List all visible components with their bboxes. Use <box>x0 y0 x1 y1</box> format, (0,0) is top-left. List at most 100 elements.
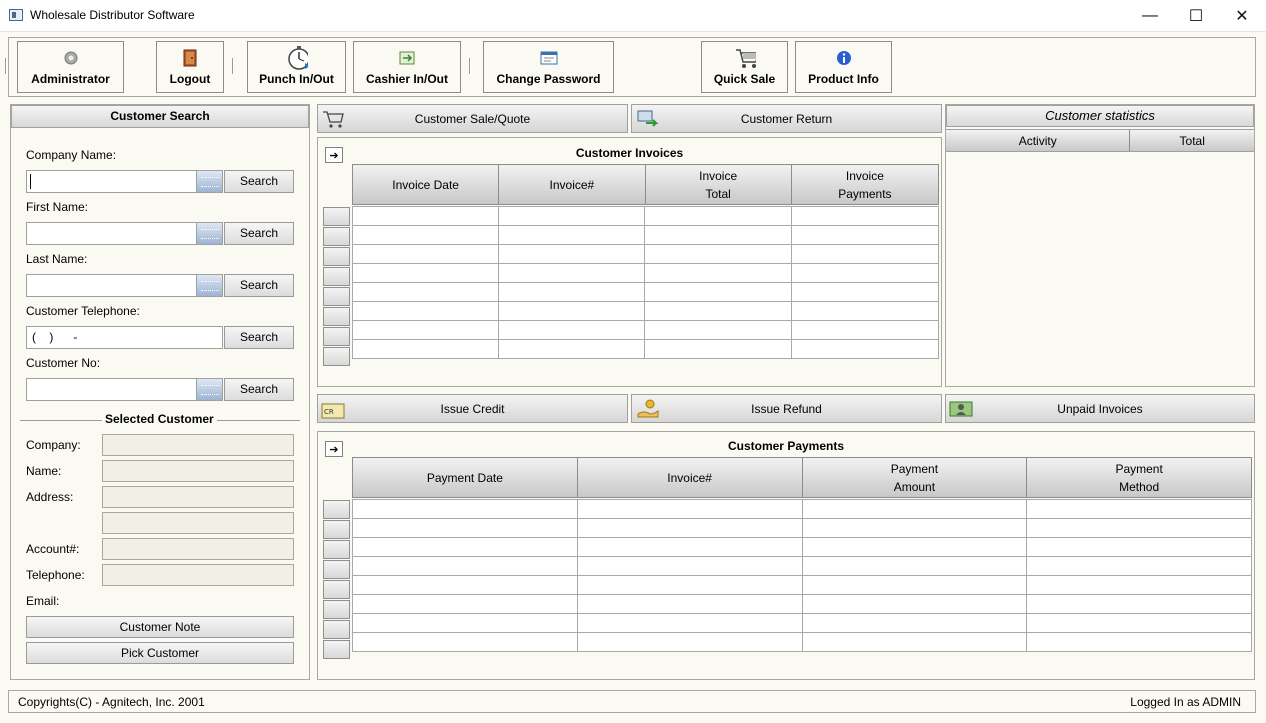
unpaid-invoices-button[interactable]: Unpaid Invoices <box>945 394 1255 423</box>
invoice-total-header[interactable]: Invoice Total <box>645 165 792 204</box>
table-cell[interactable] <box>352 613 578 633</box>
telephone-search-button[interactable]: Search <box>224 326 294 349</box>
activity-header[interactable]: Activity <box>946 130 1131 151</box>
table-cell[interactable] <box>644 263 792 283</box>
table-row[interactable] <box>351 206 940 226</box>
table-cell[interactable] <box>644 339 792 359</box>
table-cell[interactable] <box>351 263 500 283</box>
row-selector-button[interactable] <box>323 540 350 559</box>
row-selector-button[interactable] <box>323 580 350 599</box>
table-cell[interactable] <box>1026 537 1252 557</box>
company-name-input[interactable] <box>26 170 223 193</box>
table-cell[interactable] <box>498 320 646 340</box>
table-row[interactable] <box>352 632 1252 652</box>
close-button[interactable]: ✕ <box>1219 0 1265 31</box>
issue-refund-button[interactable]: Issue Refund <box>631 394 942 423</box>
table-cell[interactable] <box>801 518 1028 538</box>
payment-date-header[interactable]: Payment Date <box>353 458 578 497</box>
table-cell[interactable] <box>1026 556 1252 576</box>
table-cell[interactable] <box>352 499 578 519</box>
table-row[interactable] <box>352 613 1252 633</box>
table-cell[interactable] <box>351 320 500 340</box>
row-selector-button[interactable] <box>323 620 350 639</box>
table-cell[interactable] <box>498 282 646 302</box>
invoice-number-header[interactable]: Invoice# <box>499 165 646 204</box>
table-cell[interactable] <box>790 301 940 321</box>
table-cell[interactable] <box>801 575 1028 595</box>
payment-invoice-number-header[interactable]: Invoice# <box>577 458 803 497</box>
last-name-input[interactable] <box>26 274 223 297</box>
table-cell[interactable] <box>644 282 792 302</box>
table-row[interactable] <box>352 575 1252 595</box>
customer-telephone-input[interactable]: ( ) - <box>26 326 223 349</box>
table-cell[interactable] <box>1026 613 1252 633</box>
table-cell[interactable] <box>790 320 940 340</box>
change-password-button[interactable]: Change Password <box>483 41 614 93</box>
table-cell[interactable] <box>351 244 500 264</box>
table-cell[interactable] <box>576 537 803 557</box>
arrow-right-icon[interactable]: ➔ <box>325 147 343 163</box>
keyboard-icon[interactable] <box>196 379 222 400</box>
table-cell[interactable] <box>351 206 500 226</box>
invoice-date-header[interactable]: Invoice Date <box>353 165 500 204</box>
punch-in-out-button[interactable]: Punch In/Out <box>247 41 346 93</box>
table-cell[interactable] <box>644 206 792 226</box>
row-selector-button[interactable] <box>323 520 350 539</box>
table-cell[interactable] <box>498 244 646 264</box>
row-selector-button[interactable] <box>323 207 350 226</box>
table-cell[interactable] <box>790 244 940 264</box>
table-row[interactable] <box>352 499 1252 519</box>
table-cell[interactable] <box>801 632 1028 652</box>
customer-sale-quote-button[interactable]: Customer Sale/Quote <box>317 104 628 133</box>
table-cell[interactable] <box>1026 632 1252 652</box>
table-row[interactable] <box>352 556 1252 576</box>
table-cell[interactable] <box>351 225 500 245</box>
customer-no-input[interactable] <box>26 378 223 401</box>
table-row[interactable] <box>351 282 940 302</box>
keyboard-icon[interactable] <box>196 275 222 296</box>
table-cell[interactable] <box>790 263 940 283</box>
last-name-search-button[interactable]: Search <box>224 274 294 297</box>
row-selector-button[interactable] <box>323 560 350 579</box>
table-cell[interactable] <box>1026 499 1252 519</box>
table-row[interactable] <box>351 301 940 321</box>
row-selector-button[interactable] <box>323 327 350 346</box>
table-cell[interactable] <box>790 339 940 359</box>
minimize-button[interactable]: — <box>1127 0 1173 31</box>
table-cell[interactable] <box>801 537 1028 557</box>
table-cell[interactable] <box>498 263 646 283</box>
table-cell[interactable] <box>576 632 803 652</box>
arrow-right-icon[interactable]: ➔ <box>325 441 343 457</box>
table-cell[interactable] <box>352 575 578 595</box>
table-row[interactable] <box>352 537 1252 557</box>
table-row[interactable] <box>351 320 940 340</box>
first-name-search-button[interactable]: Search <box>224 222 294 245</box>
table-cell[interactable] <box>351 301 500 321</box>
row-selector-button[interactable] <box>323 347 350 366</box>
table-cell[interactable] <box>498 206 646 226</box>
row-selector-button[interactable] <box>323 267 350 286</box>
table-cell[interactable] <box>576 556 803 576</box>
payment-method-header[interactable]: Payment Method <box>1027 458 1251 497</box>
table-cell[interactable] <box>644 225 792 245</box>
keyboard-icon[interactable] <box>196 171 222 192</box>
table-cell[interactable] <box>790 206 940 226</box>
product-info-button[interactable]: Product Info <box>795 41 892 93</box>
quick-sale-button[interactable]: Quick Sale <box>701 41 788 93</box>
table-cell[interactable] <box>576 518 803 538</box>
company-search-button[interactable]: Search <box>224 170 294 193</box>
row-selector-button[interactable] <box>323 500 350 519</box>
row-selector-button[interactable] <box>323 227 350 246</box>
row-selector-button[interactable] <box>323 287 350 306</box>
table-cell[interactable] <box>352 518 578 538</box>
table-cell[interactable] <box>351 339 500 359</box>
first-name-input[interactable] <box>26 222 223 245</box>
customer-note-button[interactable]: Customer Note <box>26 616 294 638</box>
table-cell[interactable] <box>352 632 578 652</box>
logout-button[interactable]: Logout <box>156 41 224 93</box>
table-cell[interactable] <box>351 282 500 302</box>
payments-grid[interactable] <box>352 499 1252 652</box>
table-cell[interactable] <box>576 575 803 595</box>
keyboard-icon[interactable] <box>196 223 222 244</box>
table-cell[interactable] <box>801 613 1028 633</box>
